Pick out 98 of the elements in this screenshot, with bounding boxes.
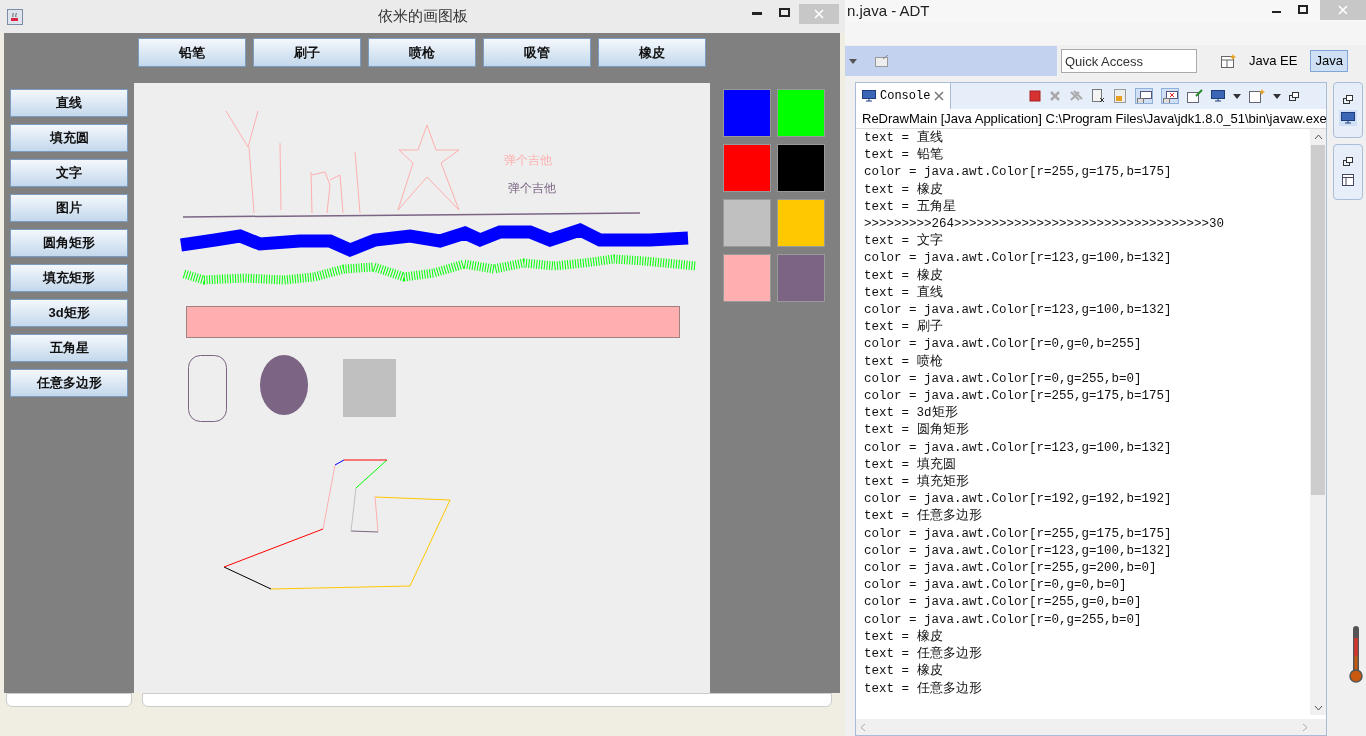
console-line: text = 填充矩形 [864,474,969,492]
monitor-icon[interactable] [1211,90,1226,102]
caret-icon[interactable] [1273,93,1282,99]
console-line: text = 橡皮 [864,628,943,646]
color-swatch[interactable] [777,254,825,302]
restore-icon[interactable] [1343,95,1353,104]
console-line: text = 铅笔 [864,147,943,165]
console-line: text = 填充圆 [864,456,956,474]
console-line: color = java.awt.Color[r=123,g=100,b=132] [864,302,1172,319]
monitor-icon [862,90,876,102]
console-line: text = 橡皮 [864,181,943,199]
console-line: text = 任意多边形 [864,508,982,526]
console-line: color = java.awt.Color[r=255,g=200,b=0] [864,560,1157,578]
restore-icon[interactable] [1289,91,1300,101]
clear-document-icon[interactable] [1091,89,1106,103]
shape-button[interactable]: 图片 [10,194,128,222]
tool-button[interactable]: 铅笔 [138,38,246,67]
shape-button[interactable]: 圆角矩形 [10,229,128,257]
shape-button[interactable]: 3d矩形 [10,299,128,327]
shape-button[interactable]: 五角星 [10,334,128,362]
stop-icon[interactable] [1029,90,1042,102]
console-line: color = java.awt.Color[r=0,g=0,b=255] [864,336,1142,354]
process-header: ReDrawMain [Java Application] C:\Program Files\Java\jdk1.8.0_51\bin\javaw.exe [856,109,1326,129]
perspective-button[interactable]: Java EE [1244,50,1303,72]
window-icon[interactable] [875,55,889,67]
console-line: text = 刷子 [864,319,943,337]
console-line: text = 3d矩形 [864,405,958,422]
filled-square-drawing [343,359,396,417]
close-icon [1338,5,1348,15]
console-line: color = java.awt.Color[r=0,g=255,b=0] [864,611,1142,629]
console-line: text = 喷枪 [864,353,943,371]
shape-button[interactable]: 任意多边形 [10,369,128,397]
console-line: color = java.awt.Color[r=255,g=0,b=0] [864,594,1142,612]
new-window-icon[interactable] [1249,89,1266,103]
perspective-icon[interactable] [1221,54,1236,68]
console-line: text = 橡皮 [864,267,943,285]
filled-oval-drawing [260,355,308,415]
close-icon[interactable] [934,91,945,101]
window-title: 依米的画图板 [377,6,468,27]
canvas-text: 弹个吉他 [504,152,552,169]
shape-button[interactable]: 直线 [10,89,128,117]
restore-icon[interactable] [1343,157,1353,166]
color-swatch[interactable] [723,199,771,247]
color-swatch[interactable] [777,144,825,192]
color-swatch[interactable] [723,89,771,137]
monitor-icon[interactable] [1339,110,1357,126]
console-line: color = java.awt.Color[r=123,g=100,b=132] [864,250,1172,268]
thermometer-icon [1349,626,1363,684]
rounded-rectangle-drawing [188,355,227,422]
scroll-thumb[interactable] [1311,145,1325,495]
console-tab[interactable]: Console [856,83,952,109]
canvas-text: 弹个吉他 [508,180,556,197]
console-line: text = 文字 [864,233,943,251]
console-line: color = java.awt.Color[r=255,g=175,b=175] [864,388,1172,405]
console-line: >>>>>>>>>264>>>>>>>>>>>>>>>>>>>>>>>>>>>>>>>>>>30 [864,216,1225,233]
console-line: color = java.awt.Color[r=123,g=100,b=132] [864,542,1172,560]
caret-icon[interactable] [1313,705,1323,711]
close-icon [814,9,824,19]
console-line: color = java.awt.Color[r=0,g=0,b=0] [864,577,1127,595]
console-line: color = java.awt.Color[r=255,g=175,b=175] [864,164,1172,182]
shape-button[interactable]: 填充圆 [10,124,128,152]
color-swatch[interactable] [723,144,771,192]
color-swatch[interactable] [777,89,825,137]
quick-access-field[interactable]: Quick Access [1061,49,1197,74]
console-line: color = java.awt.Color[r=255,g=175,b=175] [864,525,1172,543]
tab-label: Console [880,88,931,105]
shape-button[interactable]: 文字 [10,159,128,187]
console-line: text = 五角星 [864,198,956,216]
speech-bubble-icon[interactable] [1135,88,1154,104]
console-line: color = java.awt.Color[r=0,g=255,b=0] [864,370,1142,388]
color-swatch[interactable] [723,254,771,302]
scrollbar[interactable] [1310,129,1326,715]
console-line: color = java.awt.Color[r=123,g=100,b=132] [864,439,1172,457]
tool-button[interactable]: 橡皮 [598,38,706,67]
drawing-canvas[interactable]: 弹个吉他 弹个吉他 [134,83,710,693]
tool-button[interactable]: 吸管 [483,38,591,67]
tool-button[interactable]: 喷枪 [368,38,476,67]
console-line: text = 任意多边形 [864,680,982,698]
caret-icon[interactable] [849,58,857,64]
restore-button[interactable] [1298,5,1308,14]
console-line: text = 圆角矩形 [864,422,969,440]
layout-icon[interactable] [1342,174,1354,186]
console-line: color = java.awt.Color[r=192,g=192,b=192] [864,491,1172,508]
java-cup-icon [7,9,23,25]
window-title: n.java - ADT [846,0,930,21]
console-line: text = 橡皮 [864,663,943,681]
console-line: text = 任意多边形 [864,646,982,663]
console-line: text = 直线 [864,130,943,147]
caret-icon[interactable] [1233,93,1242,99]
maximize-button[interactable] [779,8,790,17]
color-swatch[interactable] [777,199,825,247]
error-bubble-icon[interactable] [1161,88,1180,104]
console-line: text = 直线 [864,284,943,302]
shape-button[interactable]: 填充矩形 [10,264,128,292]
perspective-button[interactable]: Java [1310,50,1348,72]
caret-icon[interactable] [1313,134,1323,140]
pin-icon[interactable] [1187,89,1204,103]
tool-button[interactable]: 刷子 [253,38,361,67]
